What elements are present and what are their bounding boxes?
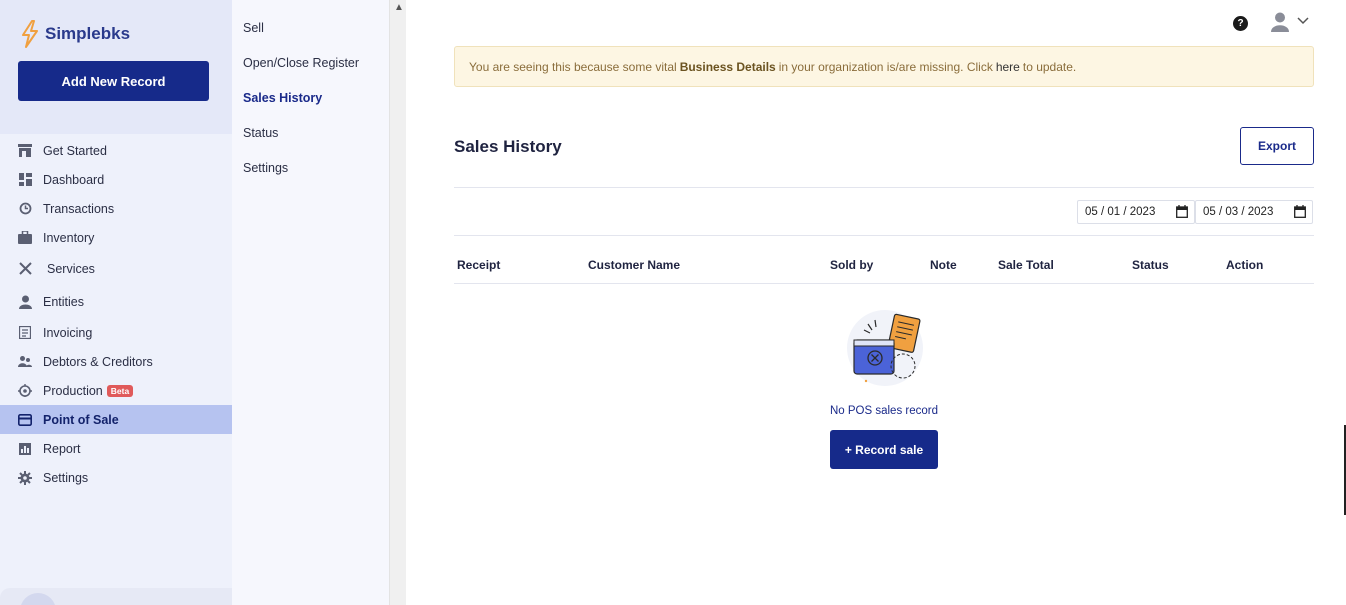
sidebar-item-production[interactable]: Production Beta (0, 376, 232, 405)
date-from-value: 05 / 01 / 2023 (1085, 206, 1156, 218)
submenu-scrollbar[interactable]: ▲ (389, 0, 406, 605)
person-icon (18, 295, 32, 309)
sidebar-item-report[interactable]: Report (0, 434, 232, 463)
record-sale-button[interactable]: + Record sale (830, 430, 938, 469)
sidebar-nav: Get Started Dashboard Transactions Inven… (0, 136, 232, 492)
empty-state-text: No POS sales record (829, 405, 938, 417)
sidebar-item-label: Dashboard (43, 172, 105, 187)
sidebar-item-label: Transactions (43, 201, 115, 216)
tools-icon (18, 262, 32, 276)
user-icon[interactable] (1271, 12, 1289, 32)
sidebar-item-label: Settings (43, 470, 89, 485)
sidebar-item-transactions[interactable]: Transactions (0, 194, 232, 223)
sidebar-item-entities[interactable]: Entities (0, 285, 232, 318)
column-header-action[interactable]: Action (1226, 258, 1263, 272)
card-icon (18, 413, 32, 427)
help-icon[interactable]: ? (1233, 16, 1248, 31)
date-to-input[interactable]: 05 / 03 / 2023 (1195, 200, 1313, 224)
divider (454, 235, 1314, 236)
submenu-item-sell[interactable]: Sell (232, 10, 389, 45)
sidebar-item-label: Get Started (43, 143, 107, 158)
sidebar-item-point-of-sale[interactable]: Point of Sale (0, 405, 232, 434)
alert-update-link[interactable]: here (996, 60, 1020, 74)
sidebar-item-label: Services (47, 261, 95, 276)
factory-icon (18, 384, 32, 398)
column-header-customer-name[interactable]: Customer Name (588, 258, 680, 272)
alert-text-suffix: to update. (1022, 59, 1077, 74)
sidebar-item-dashboard[interactable]: Dashboard (0, 165, 232, 194)
alert-text-bold: Business Details (679, 59, 776, 74)
submenu-item-status[interactable]: Status (232, 115, 389, 150)
page-title: Sales History (454, 137, 562, 156)
sidebar-item-get-started[interactable]: Get Started (0, 136, 232, 165)
gear-icon (18, 470, 32, 485)
column-header-status[interactable]: Status (1132, 258, 1169, 272)
column-header-sale-total[interactable]: Sale Total (998, 258, 1054, 272)
pos-submenu: Sell Open/Close Register Sales History S… (232, 0, 389, 605)
sidebar-item-label: Entities (43, 294, 84, 309)
export-button[interactable]: Export (1240, 127, 1314, 165)
logo[interactable]: Simplebks (20, 20, 130, 48)
sidebar-item-label: Debtors & Creditors (43, 354, 153, 369)
date-from-input[interactable]: 05 / 01 / 2023 (1077, 200, 1195, 224)
scroll-up-icon[interactable]: ▲ (394, 2, 404, 13)
sidebar-item-settings[interactable]: Settings (0, 463, 232, 492)
sidebar-item-services[interactable]: Services (0, 252, 232, 285)
submenu-item-open-close-register[interactable]: Open/Close Register (232, 45, 389, 80)
column-header-note[interactable]: Note (930, 258, 957, 272)
calendar-icon[interactable] (1294, 205, 1306, 218)
invoice-icon (18, 326, 32, 340)
add-new-record-button[interactable]: Add New Record (18, 61, 209, 101)
store-icon (18, 144, 32, 158)
logo-icon (22, 20, 38, 48)
sidebar-item-label: Invoicing (43, 325, 93, 340)
empty-state-illustration (847, 310, 923, 386)
sidebar: Simplebks Add New Record Get Started Das… (0, 0, 252, 605)
sidebar-item-label: Inventory (43, 230, 95, 245)
sidebar-item-label: Point of Sale (43, 412, 119, 427)
alert-text-middle: in your organization is/are missing. Cli… (778, 59, 993, 74)
sidebar-footer (0, 588, 252, 605)
avatar[interactable] (20, 593, 56, 605)
main-content: ? You are seeing this because some vital… (407, 0, 1346, 605)
calendar-icon[interactable] (1176, 205, 1188, 218)
sidebar-header: Simplebks Add New Record (0, 0, 232, 134)
submenu-item-settings[interactable]: Settings (232, 150, 389, 185)
submenu-item-sales-history[interactable]: Sales History (232, 80, 389, 115)
missing-details-alert: You are seeing this because some vital B… (454, 46, 1314, 87)
date-to-value: 05 / 03 / 2023 (1203, 206, 1274, 218)
chart-icon (18, 442, 32, 456)
chevron-down-icon[interactable] (1297, 14, 1309, 26)
sidebar-item-label: Production (43, 383, 103, 398)
briefcase-icon (18, 231, 32, 245)
dashboard-icon (18, 173, 32, 187)
beta-badge: Beta (106, 384, 134, 397)
history-icon (18, 202, 32, 216)
column-header-receipt[interactable]: Receipt (457, 258, 500, 272)
column-header-sold-by[interactable]: Sold by (830, 258, 873, 272)
divider (454, 187, 1314, 188)
sidebar-item-label: Report (43, 441, 81, 456)
sidebar-item-debtors-creditors[interactable]: Debtors & Creditors (0, 347, 232, 376)
sidebar-item-inventory[interactable]: Inventory (0, 223, 232, 252)
alert-text-prefix: You are seeing this because some vital (469, 59, 677, 74)
divider (454, 283, 1314, 284)
logo-text: Simplebks (45, 24, 131, 43)
people-icon (18, 355, 32, 369)
sidebar-item-invoicing[interactable]: Invoicing (0, 318, 232, 347)
